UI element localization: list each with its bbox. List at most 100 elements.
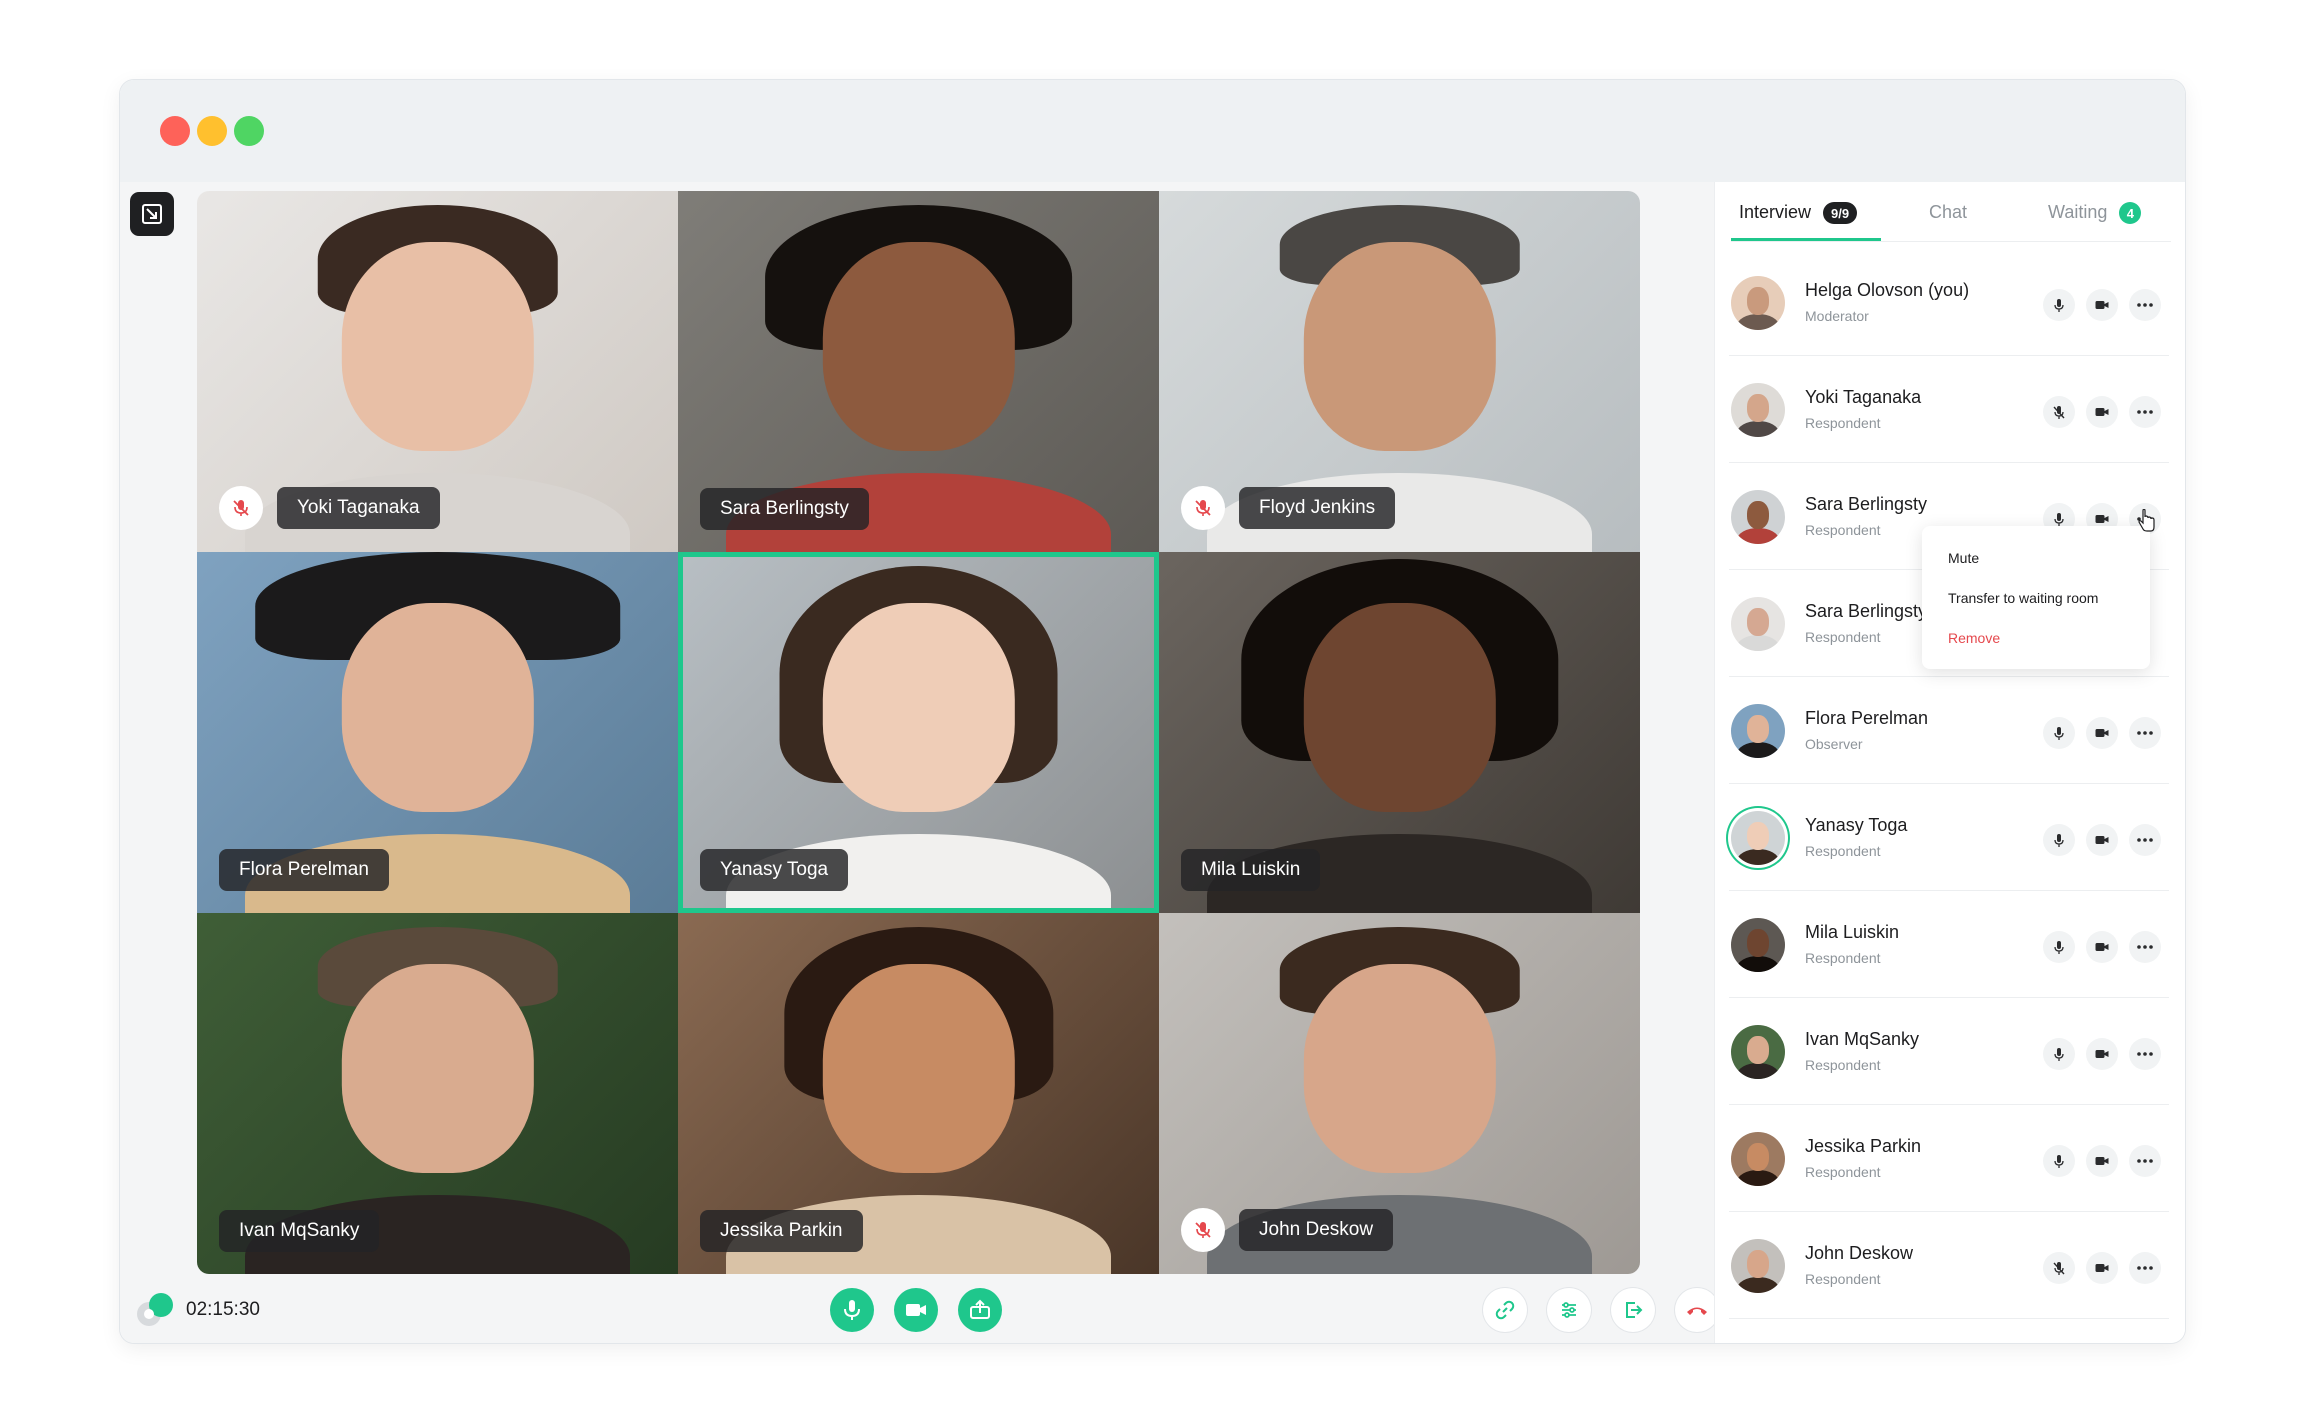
video-tile[interactable]: John Deskow bbox=[1159, 913, 1640, 1274]
avatar bbox=[1731, 490, 1785, 544]
participant-mic-button[interactable] bbox=[2043, 824, 2075, 856]
collapse-icon bbox=[142, 204, 162, 224]
video-tile[interactable]: Floyd Jenkins bbox=[1159, 191, 1640, 552]
video-tile[interactable]: Ivan MqSanky bbox=[197, 913, 678, 1274]
participant-role: Respondent bbox=[1805, 415, 1881, 431]
tab-interview[interactable]: Interview 9/9 bbox=[1739, 196, 1858, 242]
more-options-icon bbox=[2137, 303, 2153, 307]
participant-camera-button[interactable] bbox=[2086, 396, 2118, 428]
participant-more-button[interactable] bbox=[2129, 1038, 2161, 1070]
menu-item-mute[interactable]: Mute bbox=[1948, 550, 1979, 566]
mic-muted-badge bbox=[219, 486, 263, 530]
settings-button[interactable] bbox=[1547, 1288, 1591, 1332]
participant-mic-button[interactable] bbox=[2043, 931, 2075, 963]
participant-camera-button[interactable] bbox=[2086, 1145, 2118, 1177]
more-options-icon bbox=[2137, 838, 2153, 842]
end-call-icon bbox=[1687, 1307, 1707, 1315]
avatar bbox=[1731, 1025, 1785, 1079]
more-options-icon bbox=[2137, 945, 2153, 949]
call-controls-bar: 02:15:30 bbox=[120, 1278, 1719, 1343]
camera-icon bbox=[2095, 515, 2109, 523]
microphone-icon bbox=[2054, 1154, 2064, 1168]
mouse-pointer-icon bbox=[2138, 509, 2155, 532]
microphone-icon bbox=[2054, 940, 2064, 954]
participant-role: Respondent bbox=[1805, 522, 1881, 538]
participant-row[interactable]: Jessika Parkin Respondent bbox=[1729, 1106, 2169, 1212]
tabs-divider bbox=[1731, 241, 2171, 242]
tile-name-label: Jessika Parkin bbox=[700, 1210, 863, 1252]
more-options-icon bbox=[2137, 1266, 2153, 1270]
participant-name: John Deskow bbox=[1805, 1243, 1914, 1263]
participant-more-button[interactable] bbox=[2129, 717, 2161, 749]
minimize-window-button[interactable] bbox=[197, 116, 227, 146]
participant-count-badge: 9/9 bbox=[1823, 202, 1858, 224]
camera-icon bbox=[2095, 729, 2109, 737]
link-icon bbox=[1495, 1300, 1515, 1320]
camera-icon bbox=[2095, 943, 2109, 951]
camera-icon bbox=[2095, 408, 2109, 416]
tile-name-label: Sara Berlingsty bbox=[700, 488, 869, 530]
participant-row[interactable]: Yanasy Toga Respondent bbox=[1729, 785, 2169, 891]
participant-more-button[interactable] bbox=[2129, 289, 2161, 321]
participant-row[interactable]: Ivan MqSanky Respondent bbox=[1729, 999, 2169, 1105]
tab-waiting[interactable]: Waiting 4 bbox=[2048, 196, 2142, 242]
participant-more-button[interactable] bbox=[2129, 1252, 2161, 1284]
participant-row[interactable]: Helga Olovson (you) Moderator bbox=[1729, 250, 2169, 356]
video-tile[interactable]: Yoki Taganaka bbox=[197, 191, 678, 552]
video-tile[interactable]: Mila Luiskin bbox=[1159, 552, 1640, 913]
participant-mic-button[interactable] bbox=[2043, 717, 2075, 749]
tab-chat[interactable]: Chat bbox=[1929, 196, 1967, 242]
leave-icon bbox=[1626, 1302, 1643, 1318]
video-tile[interactable]: Sara Berlingsty bbox=[678, 191, 1159, 552]
microphone-icon bbox=[844, 1300, 860, 1320]
participant-camera-button[interactable] bbox=[2086, 931, 2118, 963]
video-tile-active-speaker[interactable]: Yanasy Toga bbox=[678, 552, 1159, 913]
exit-fullscreen-button[interactable] bbox=[130, 192, 174, 236]
participant-name: Helga Olovson (you) bbox=[1805, 280, 1970, 300]
settings-sliders-icon bbox=[1562, 1302, 1576, 1318]
participant-camera-button[interactable] bbox=[2086, 1252, 2118, 1284]
avatar bbox=[1731, 1239, 1785, 1293]
participant-mic-button[interactable] bbox=[2043, 1038, 2075, 1070]
camera-button[interactable] bbox=[894, 1288, 938, 1332]
participant-more-button[interactable] bbox=[2129, 396, 2161, 428]
participant-more-button[interactable] bbox=[2129, 1145, 2161, 1177]
video-tile[interactable]: Jessika Parkin bbox=[678, 913, 1159, 1274]
participant-camera-button[interactable] bbox=[2086, 1038, 2118, 1070]
participant-mic-button[interactable] bbox=[2043, 1145, 2075, 1177]
tile-name-label: Mila Luiskin bbox=[1181, 849, 1321, 891]
participant-camera-button[interactable] bbox=[2086, 824, 2118, 856]
avatar bbox=[1731, 704, 1785, 758]
tab-label: Interview bbox=[1739, 202, 1812, 222]
maximize-window-button[interactable] bbox=[234, 116, 264, 146]
participant-camera-button[interactable] bbox=[2086, 717, 2118, 749]
participant-row[interactable]: John Deskow Respondent bbox=[1729, 1213, 2169, 1319]
close-window-button[interactable] bbox=[160, 116, 190, 146]
mic-off-icon bbox=[233, 500, 249, 516]
more-options-icon bbox=[2137, 1052, 2153, 1056]
leave-button[interactable] bbox=[1611, 1288, 1655, 1332]
participant-mic-button[interactable] bbox=[2043, 396, 2075, 428]
participant-camera-button[interactable] bbox=[2086, 289, 2118, 321]
video-tile[interactable]: Flora Perelman bbox=[197, 552, 678, 913]
copy-link-button[interactable] bbox=[1483, 1288, 1527, 1332]
menu-item-remove[interactable]: Remove bbox=[1948, 630, 2000, 646]
participant-row[interactable]: Yoki Taganaka Respondent bbox=[1729, 357, 2169, 463]
participant-row[interactable]: Flora Perelman Observer bbox=[1729, 678, 2169, 784]
participant-row[interactable]: Mila Luiskin Respondent bbox=[1729, 892, 2169, 998]
participant-name: Sara Berlingsty bbox=[1805, 494, 1928, 514]
avatar bbox=[1731, 597, 1785, 651]
participant-name: Yoki Taganaka bbox=[1805, 387, 1922, 407]
participant-mic-button[interactable] bbox=[2043, 289, 2075, 321]
microphone-button[interactable] bbox=[830, 1288, 874, 1332]
microphone-icon bbox=[2054, 1047, 2064, 1061]
participant-more-button[interactable] bbox=[2129, 824, 2161, 856]
participant-mic-button[interactable] bbox=[2043, 1252, 2075, 1284]
participant-more-button[interactable] bbox=[2129, 931, 2161, 963]
microphone-icon bbox=[2054, 298, 2064, 312]
menu-item-transfer[interactable]: Transfer to waiting room bbox=[1948, 590, 2098, 606]
end-call-button[interactable] bbox=[1675, 1288, 1719, 1332]
participant-name: Jessika Parkin bbox=[1805, 1136, 1922, 1156]
tile-name-label: Yoki Taganaka bbox=[277, 487, 440, 529]
share-screen-button[interactable] bbox=[958, 1288, 1002, 1332]
